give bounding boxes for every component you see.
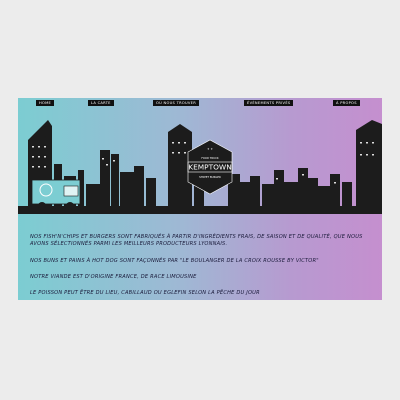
kemptown-logo: ✦ ✦ FOOD TRUCK KEMPTOWN STREET BURGER (187, 139, 233, 195)
nav-item-ou-nous-trouver[interactable]: OÙ NOUS TROUVER (153, 100, 200, 106)
right-tower (356, 120, 382, 212)
logo-name: KEMPTOWN (188, 163, 232, 172)
nav-item-evenements-prives[interactable]: ÉVÉNEMENTS PRIVÉS (244, 100, 294, 106)
nav-item-home[interactable]: HOME (36, 100, 55, 106)
nav-item-a-propos[interactable]: À PROPOS (333, 100, 360, 106)
logo-top-text: FOOD TRUCK (201, 156, 218, 160)
svg-text:✦ ✦: ✦ ✦ (207, 147, 213, 151)
paragraph-meat: NOTRE VIANDE EST D'ORIGINE FRANCE, DE RA… (30, 274, 197, 280)
top-navigation: HOME LA CARTE OÙ NOUS TROUVER ÉVÉNEMENTS… (18, 98, 382, 108)
paragraph-buns: NOS BUNS ET PAINS À HOT DOG SONT FAÇONNÉ… (30, 258, 319, 264)
paragraph-ingredients: NOS FISH'N'CHIPS ET BURGERS SONT FABRIQU… (30, 234, 363, 248)
nav-item-la-carte[interactable]: LA CARTE (88, 100, 114, 106)
hero-panel: HOME LA CARTE OÙ NOUS TROUVER ÉVÉNEMENTS… (18, 98, 382, 300)
paragraph-fish: LE POISSON PEUT ÊTRE DU LIEU, CABILLAUD … (30, 290, 260, 296)
logo-bottom-text: STREET BURGER (199, 175, 221, 179)
city-skyline-illustration: ✦ ✦ FOOD TRUCK KEMPTOWN STREET BURGER (18, 120, 382, 214)
